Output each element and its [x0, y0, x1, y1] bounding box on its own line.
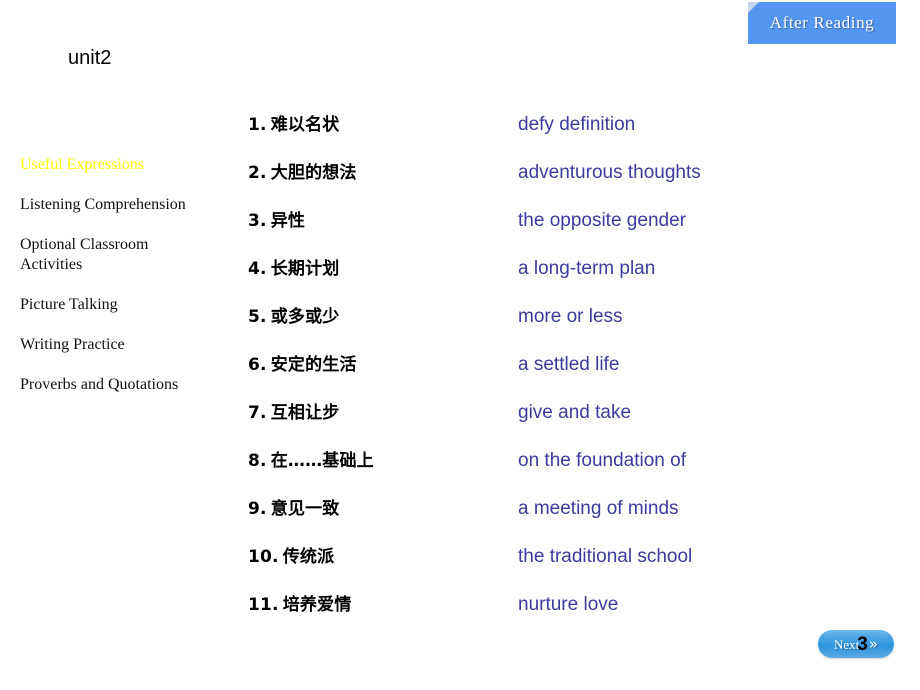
next-button[interactable]: Next 3 » — [818, 630, 894, 658]
expression-number: 4. — [248, 259, 267, 279]
table-row: 1. 难以名状 defy definition — [248, 110, 898, 158]
expression-number: 5. — [248, 307, 267, 327]
expression-chinese-text: 异性 — [270, 211, 306, 231]
expression-english: defy definition — [518, 114, 636, 135]
expression-number: 10. — [248, 547, 279, 567]
table-row: 7. 互相让步 give and take — [248, 398, 898, 446]
page-title: unit2 — [68, 47, 112, 69]
expression-number: 3. — [248, 211, 267, 231]
expression-chinese-text: 互相让步 — [270, 403, 340, 423]
expression-chinese-text: 意见一致 — [270, 499, 340, 519]
banner-title: After Reading — [769, 13, 875, 32]
expression-chinese-text: 难以名状 — [270, 115, 340, 135]
banner-corner-notch-icon — [748, 2, 759, 13]
expression-chinese: 3. 异性 — [248, 206, 518, 231]
expression-chinese: 8. 在……基础上 — [248, 446, 518, 471]
expression-chinese: 7. 互相让步 — [248, 398, 518, 423]
page-number: 3 — [857, 633, 868, 655]
sidebar-item-listening-comprehension[interactable]: Listening Comprehension — [20, 195, 225, 215]
expression-number: 1. — [248, 115, 267, 135]
table-row: 6. 安定的生活 a settled life — [248, 350, 898, 398]
expression-english: on the foundation of — [518, 450, 686, 471]
table-row: 11. 培养爱情 nurture love — [248, 590, 898, 638]
table-row: 10. 传统派 the traditional school — [248, 542, 898, 590]
expression-english: nurture love — [518, 594, 619, 615]
expression-chinese: 5. 或多或少 — [248, 302, 518, 327]
expression-chinese: 9. 意见一致 — [248, 494, 518, 519]
expression-number: 9. — [248, 499, 267, 519]
table-row: 4. 长期计划 a long-term plan — [248, 254, 898, 302]
expression-english: the traditional school — [518, 546, 693, 567]
expression-number: 8. — [248, 451, 267, 471]
expression-chinese-text: 或多或少 — [270, 307, 340, 327]
expression-chinese: 10. 传统派 — [248, 542, 518, 567]
expression-english: the opposite gender — [518, 210, 686, 231]
expression-english: a meeting of minds — [518, 498, 679, 519]
expression-chinese-text: 培养爱情 — [282, 595, 352, 615]
table-row: 2. 大胆的想法 adventurous thoughts — [248, 158, 898, 206]
sidebar-item-picture-talking[interactable]: Picture Talking — [20, 295, 225, 315]
expression-english: adventurous thoughts — [518, 162, 701, 183]
sidebar-item-optional-classroom-activities[interactable]: Optional Classroom Activities — [20, 235, 225, 275]
expression-chinese: 6. 安定的生活 — [248, 350, 518, 375]
useful-expressions-list: 1. 难以名状 defy definition 2. 大胆的想法 adventuro… — [248, 110, 898, 638]
expression-english: more or less — [518, 306, 623, 327]
expression-number: 7. — [248, 403, 267, 423]
table-row: 3. 异性 the opposite gender — [248, 206, 898, 254]
expression-chinese-text: 长期计划 — [270, 259, 340, 279]
table-row: 8. 在……基础上 on the foundation of — [248, 446, 898, 494]
expression-chinese: 1. 难以名状 — [248, 110, 518, 135]
expression-chinese-text: 传统派 — [282, 547, 335, 567]
expression-chinese: 4. 长期计划 — [248, 254, 518, 279]
expression-english: a settled life — [518, 354, 620, 375]
expression-chinese: 11. 培养爱情 — [248, 590, 518, 615]
double-chevron-right-icon: » — [868, 634, 879, 653]
after-reading-banner: After Reading — [748, 2, 896, 44]
expression-number: 6. — [248, 355, 267, 375]
expression-english: give and take — [518, 402, 632, 423]
table-row: 9. 意见一致 a meeting of minds — [248, 494, 898, 542]
expression-chinese-text: 在……基础上 — [270, 451, 374, 471]
expression-chinese-text: 大胆的想法 — [270, 163, 357, 183]
expression-chinese-text: 安定的生活 — [270, 355, 357, 375]
sidebar-item-proverbs-and-quotations[interactable]: Proverbs and Quotations — [20, 375, 225, 395]
expression-number: 11. — [248, 595, 279, 615]
table-row: 5. 或多或少 more or less — [248, 302, 898, 350]
sidebar-item-writing-practice[interactable]: Writing Practice — [20, 335, 225, 355]
expression-english: a long-term plan — [518, 258, 656, 279]
sidebar-item-useful-expressions[interactable]: Useful Expressions — [20, 155, 225, 175]
sidebar-nav: Useful Expressions Listening Comprehensi… — [20, 155, 225, 415]
expression-number: 2. — [248, 163, 267, 183]
expression-chinese: 2. 大胆的想法 — [248, 158, 518, 183]
next-button-label: Next — [833, 636, 860, 652]
